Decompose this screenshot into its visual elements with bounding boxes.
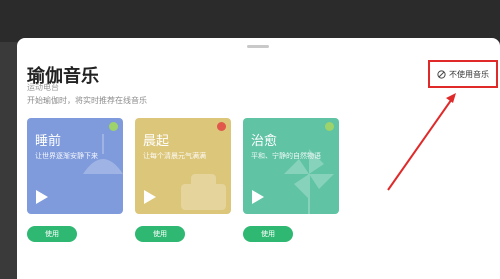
use-button-sleep[interactable]: 使用 bbox=[27, 226, 77, 242]
sheet-subtitle: 开始瑜伽时，将实时推荐在线音乐 bbox=[27, 96, 147, 105]
play-icon[interactable] bbox=[36, 190, 48, 204]
ban-icon bbox=[437, 69, 446, 79]
status-badge bbox=[217, 122, 226, 131]
pinwheel-illustration bbox=[284, 149, 334, 214]
music-card-healing[interactable]: 治愈 平和、宁静的自然物语 bbox=[243, 118, 339, 214]
use-button-healing[interactable]: 使用 bbox=[243, 226, 293, 242]
music-card-morning[interactable]: 晨起 让每个清晨元气满满 bbox=[135, 118, 231, 214]
no-music-button[interactable]: 不使用音乐 bbox=[428, 60, 498, 88]
play-icon[interactable] bbox=[252, 190, 264, 204]
bed-illustration bbox=[181, 174, 226, 210]
play-icon[interactable] bbox=[144, 190, 156, 204]
card-title: 晨起 bbox=[143, 134, 170, 149]
status-badge bbox=[325, 122, 334, 131]
no-music-label: 不使用音乐 bbox=[449, 69, 489, 79]
card-title: 睡前 bbox=[35, 134, 62, 149]
use-button-morning[interactable]: 使用 bbox=[135, 226, 185, 242]
card-title: 治愈 bbox=[251, 134, 278, 149]
lamp-illustration bbox=[83, 134, 123, 174]
app-backdrop bbox=[0, 0, 500, 42]
music-card-sleep[interactable]: 睡前 让世界逐渐安静下来 bbox=[27, 118, 123, 214]
sheet-drag-handle[interactable] bbox=[247, 45, 269, 48]
status-badge bbox=[109, 122, 118, 131]
card-description: 让每个清晨元气满满 bbox=[143, 152, 206, 160]
music-selection-sheet: 瑜伽音乐 运动电台 开始瑜伽时，将实时推荐在线音乐 不使用音乐 睡前 让世界逐渐… bbox=[17, 38, 500, 279]
sheet-subtitle-ghost: 运动电台 bbox=[27, 83, 59, 92]
